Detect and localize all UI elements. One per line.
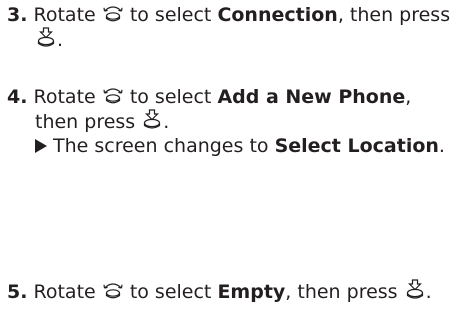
- step-text-select: to select: [129, 4, 212, 26]
- step-continuation: then press .: [7, 109, 472, 134]
- step-5: 5. Rotate to select Empty, then press .: [7, 279, 472, 304]
- period: .: [57, 29, 64, 51]
- step-text-press: , then press: [285, 281, 398, 303]
- interface-dial-rotate-icon: [102, 281, 124, 301]
- step-text-rotate: Rotate: [33, 281, 96, 303]
- step-number: 3.: [7, 4, 28, 26]
- step-4: 4. Rotate to select Add a New Phone, the…: [7, 85, 472, 158]
- screen-name: Select Location: [274, 135, 439, 157]
- menu-item-name: Connection: [217, 4, 338, 26]
- interface-dial-rotate-icon: [102, 86, 124, 106]
- step-continuation: .: [7, 27, 472, 52]
- step-text-select: to select: [129, 281, 212, 303]
- menu-item-name: Add a New Phone: [217, 86, 406, 108]
- step-3: 3. Rotate to select Connection, then pre…: [7, 3, 472, 52]
- menu-item-name: Empty: [217, 281, 286, 303]
- step-text-rotate: Rotate: [33, 86, 96, 108]
- interface-dial-rotate-icon: [102, 4, 124, 24]
- step-text-rotate: Rotate: [33, 4, 96, 26]
- result-arrow-icon: [35, 139, 47, 153]
- step-text-press: then press: [35, 111, 136, 133]
- result-text: The screen changes to: [53, 135, 269, 157]
- result-period: .: [438, 135, 445, 157]
- step-text-press: , then press: [337, 4, 451, 26]
- interface-dial-press-icon: [35, 27, 57, 49]
- interface-dial-press-icon: [404, 279, 426, 301]
- period: .: [163, 111, 170, 133]
- step-number: 5.: [7, 281, 28, 303]
- period: .: [425, 281, 432, 303]
- interface-dial-press-icon: [141, 109, 163, 131]
- step-result: The screen changes to Select Location.: [7, 134, 472, 158]
- step-text-comma: ,: [405, 86, 412, 108]
- step-number: 4.: [7, 86, 28, 108]
- step-text-select: to select: [129, 86, 212, 108]
